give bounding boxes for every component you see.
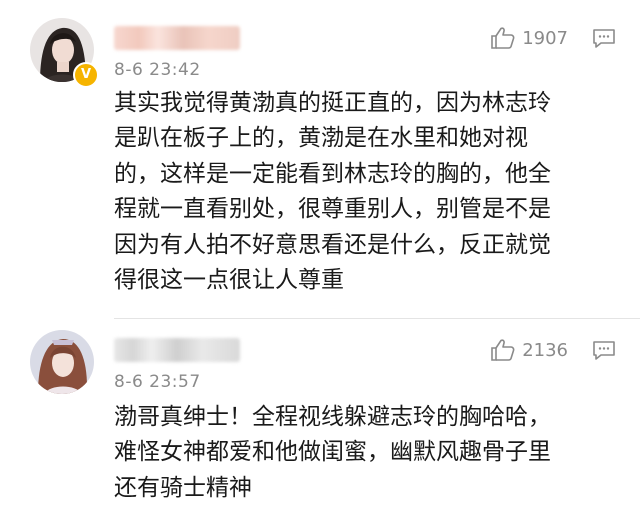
comment-item: V 8-6 23:42 1907 其实我觉得黄渤真的挺正直的，因为林志玲 是趴在…: [0, 0, 640, 318]
comment-line: 其实我觉得黄渤真的挺正直的，因为林志玲: [114, 90, 551, 116]
comment-item: 8-6 23:57 2136 渤哥真绅士！全程视线躲避志玲的胸哈哈， 难怪女神都…: [0, 318, 640, 515]
comment-line: 因为有人拍不好意思看还是什么，反正就觉: [114, 231, 551, 258]
comment-timestamp: 8-6 23:42: [114, 60, 201, 80]
username-blurred[interactable]: [114, 26, 240, 50]
comment-line: 程就一直看别处，很尊重别人，别管是不是: [114, 196, 551, 223]
comment-text: 其实我觉得黄渤真的挺正直的，因为林志玲 是趴在板子上的，黄渤是在水里和她对视 的…: [114, 86, 614, 298]
reply-icon[interactable]: [592, 340, 616, 366]
thumbs-up-icon: [491, 27, 515, 49]
username-blurred[interactable]: [114, 338, 240, 362]
avatar[interactable]: [30, 330, 94, 394]
reply-icon[interactable]: [592, 28, 616, 54]
comment-line: 难怪女神都爱和他做闺蜜，幽默风趣骨子里: [114, 439, 551, 466]
thumbs-up-icon: [491, 339, 515, 361]
like-count: 1907: [522, 27, 568, 49]
like-button[interactable]: 2136: [490, 338, 568, 362]
comment-timestamp: 8-6 23:57: [114, 372, 201, 392]
comment-line: 还有骑士精神: [114, 474, 252, 501]
comment-line: 得很这一点很让人尊重: [114, 267, 344, 294]
like-button[interactable]: 1907: [490, 26, 568, 50]
comment-line: 是趴在板子上的，黄渤是在水里和她对视: [114, 125, 528, 152]
verified-badge-icon: V: [73, 62, 99, 88]
like-count: 2136: [522, 339, 568, 361]
comment-text: 渤哥真绅士！全程视线躲避志玲的胸哈哈， 难怪女神都爱和他做闺蜜，幽默风趣骨子里 …: [114, 400, 614, 506]
comment-line: 渤哥真绅士！全程视线躲避志玲的胸哈哈，: [114, 404, 551, 430]
comment-line: 的，这样是一定能看到林志玲的胸的，他全: [114, 160, 551, 187]
